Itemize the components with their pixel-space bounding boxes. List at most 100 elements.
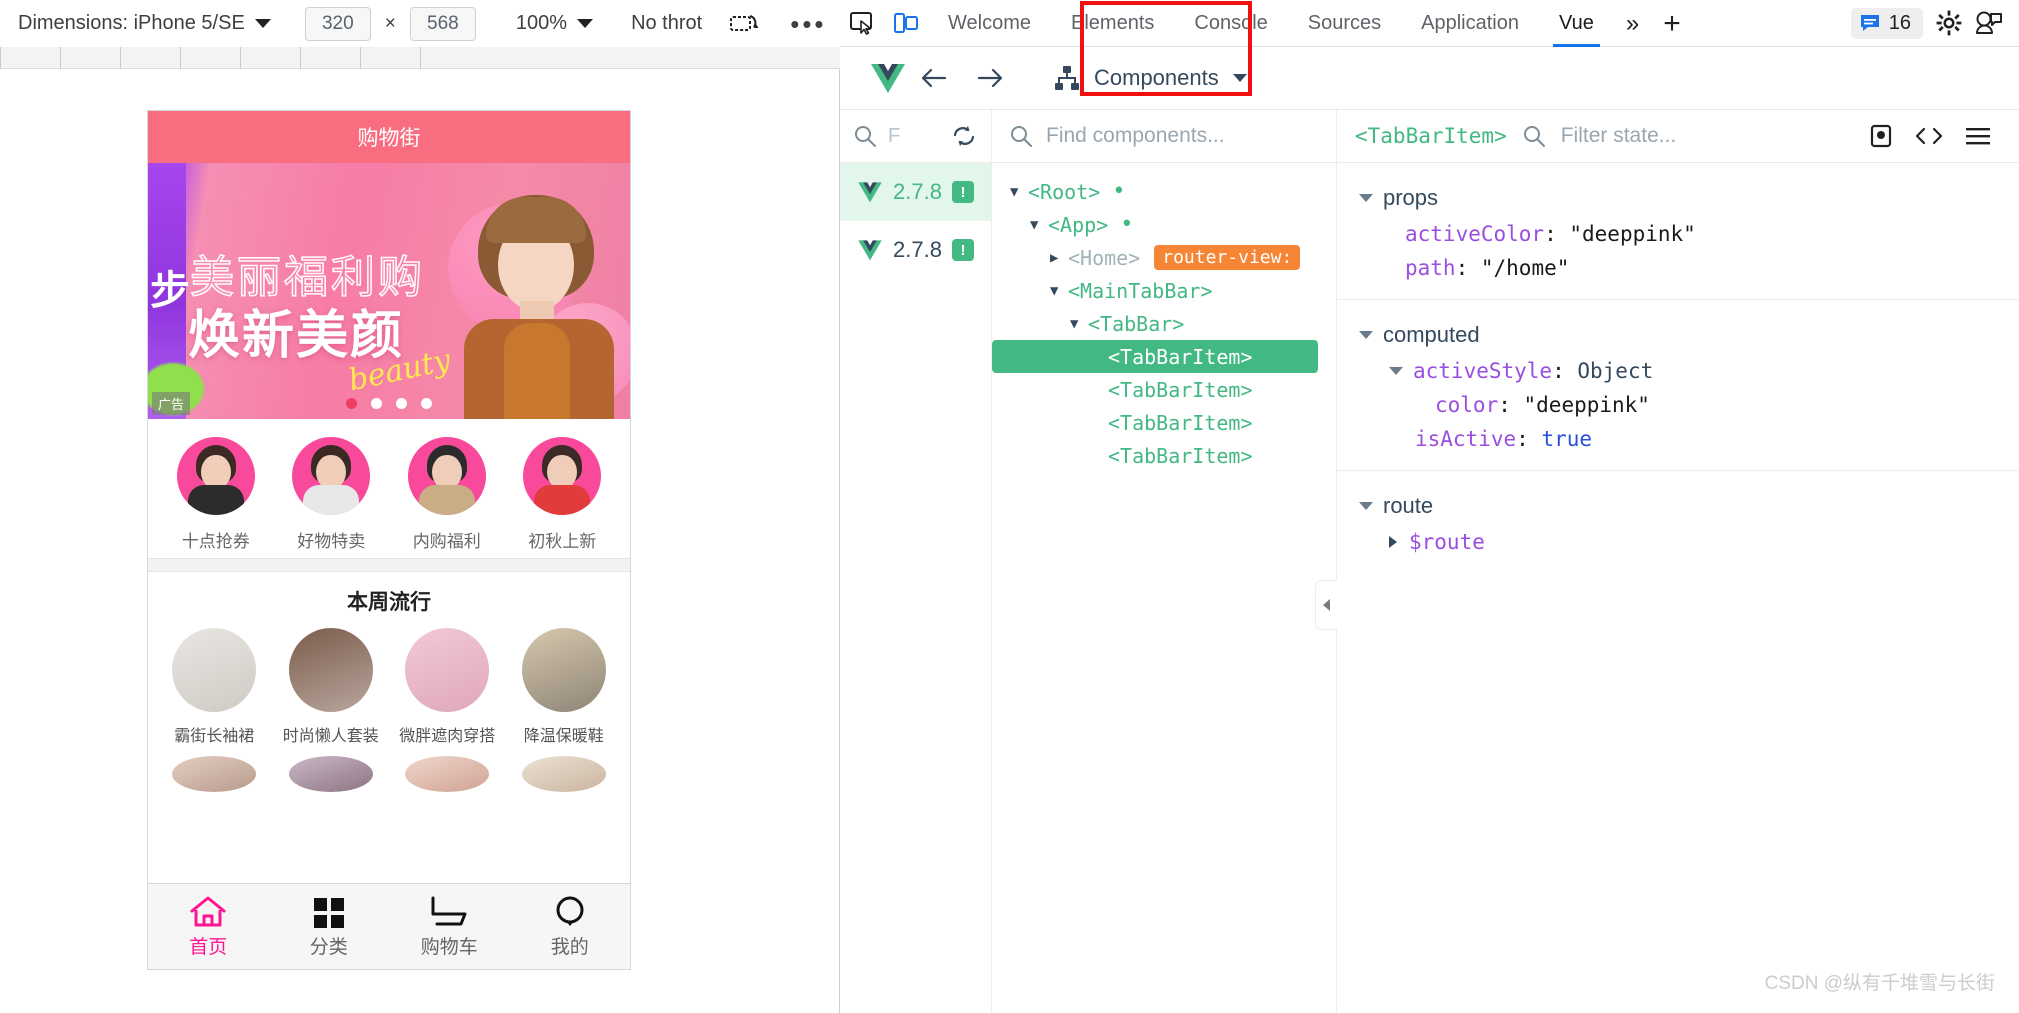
zoom-dropdown[interactable]: 100% [516, 12, 594, 35]
tab-console[interactable]: Console [1174, 0, 1287, 47]
throttling-dropdown[interactable]: No throt [631, 12, 702, 35]
group-header[interactable]: props [1359, 173, 2019, 217]
gear-icon[interactable] [1935, 9, 1963, 37]
chevron-down-icon[interactable]: ▼ [1050, 283, 1068, 299]
apps-search-input[interactable]: F [888, 125, 900, 148]
group-header[interactable]: computed [1359, 310, 2019, 354]
state-row[interactable]: $route [1359, 525, 2019, 559]
banner-dot[interactable] [396, 398, 407, 409]
tab-elements[interactable]: Elements [1051, 0, 1174, 47]
rotate-device-icon[interactable] [730, 11, 760, 37]
banner-dot[interactable] [421, 398, 432, 409]
popular-label: 时尚懒人套装 [282, 728, 379, 745]
feedback-icon[interactable] [1975, 10, 2003, 36]
popular-thumb [521, 756, 606, 792]
chevron-right-icon[interactable] [1389, 536, 1397, 548]
tab-profile[interactable]: 我的 [510, 894, 631, 959]
tab-sources[interactable]: Sources [1288, 0, 1401, 47]
inspect-element-icon[interactable] [840, 0, 884, 47]
vue-panel-selector[interactable]: Components [1054, 65, 1247, 91]
chevron-down-icon[interactable] [1389, 367, 1403, 375]
search-icon[interactable] [854, 125, 876, 147]
popular-item[interactable] [279, 756, 383, 792]
collapse-left-icon[interactable] [1315, 580, 1337, 630]
group-header[interactable]: route [1359, 481, 2019, 525]
state-group-props: props activeColor: "deeppink" path: "/ho… [1337, 163, 2019, 285]
more-options-icon[interactable]: ••• [790, 11, 826, 37]
tree-node-maintabbar[interactable]: ▼ <MainTabBar> [992, 274, 1336, 307]
tree-node-tabbaritem[interactable]: <TabBarItem> [992, 373, 1336, 406]
chevron-down-icon[interactable]: ▼ [1070, 316, 1088, 332]
category-item[interactable]: 初秋上新 [512, 437, 612, 552]
add-tab-icon[interactable]: + [1651, 0, 1693, 47]
tab-welcome[interactable]: Welcome [928, 0, 1051, 47]
popular-item[interactable] [512, 756, 616, 792]
popular-item[interactable]: 霸街长袖裙 [162, 628, 266, 746]
tab-application[interactable]: Application [1401, 0, 1539, 47]
popular-item[interactable]: 时尚懒人套装 [279, 628, 383, 746]
category-item[interactable]: 内购福利 [397, 437, 497, 552]
app-item[interactable]: 2.7.8 ! [840, 163, 991, 221]
category-avatar [176, 437, 255, 515]
popular-item[interactable]: 微胖遮肉穿搭 [395, 628, 499, 746]
chevron-down-icon[interactable]: ▼ [1010, 184, 1028, 200]
banner-dot[interactable] [371, 398, 382, 409]
tree-node-label: <TabBarItem> [1108, 443, 1253, 468]
device-toolbar-icon[interactable] [884, 0, 928, 47]
tab-cart[interactable]: 购物车 [389, 894, 510, 959]
chevron-down-icon [577, 19, 594, 28]
cart-icon [427, 894, 471, 928]
chevron-down-icon[interactable]: ▼ [1030, 217, 1048, 233]
popular-item[interactable]: 降温保暖鞋 [512, 628, 616, 746]
state-toolbar [1869, 124, 2001, 148]
popular-label: 微胖遮肉穿搭 [399, 728, 496, 745]
filter-state-input[interactable]: Filter state... [1561, 124, 1677, 148]
app-item[interactable]: 2.7.8 ! [840, 221, 991, 279]
banner-dot[interactable] [346, 398, 357, 409]
more-tabs-icon[interactable]: » [1614, 0, 1651, 47]
state-row[interactable]: activeStyle: Object [1359, 354, 2019, 388]
tree-node-root[interactable]: ▼ <Root> • [992, 175, 1336, 208]
state-row[interactable]: color: "deeppink" [1359, 388, 2019, 422]
dimensions-dropdown[interactable]: Dimensions: iPhone 5/SE [18, 12, 271, 35]
tree-node-home[interactable]: ▶ <Home> router-view: [992, 241, 1336, 274]
state-group-route: route $route [1337, 471, 2019, 559]
app-warning-badge[interactable]: ! [951, 239, 974, 261]
menu-icon[interactable] [1965, 126, 1991, 146]
height-input[interactable]: 568 [409, 6, 476, 41]
state-row[interactable]: path: "/home" [1359, 251, 2019, 285]
arrow-left-icon[interactable] [906, 66, 962, 90]
chevron-right-icon[interactable]: ▶ [1050, 250, 1068, 266]
state-row[interactable]: isActive: true [1359, 422, 2019, 456]
tab-home[interactable]: 首页 [148, 894, 269, 959]
banner-pagination[interactable] [148, 398, 630, 409]
popular-item[interactable] [395, 756, 499, 792]
viewport-ruler [0, 47, 840, 69]
device-emulation-pane: Dimensions: iPhone 5/SE 320 × 568 100% N… [0, 0, 840, 1013]
bottom-tabbar: 首页 分类 购物车 我的 [148, 883, 630, 969]
promo-banner[interactable]: 步 美丽福利购 焕新美颜 beauty 广告 [148, 163, 630, 419]
inspect-dom-icon[interactable] [1869, 124, 1893, 148]
width-input[interactable]: 320 [304, 6, 371, 41]
message-count-badge[interactable]: 16 [1850, 7, 1923, 39]
find-components-input[interactable]: Find components... [1046, 124, 1225, 148]
arrow-right-icon[interactable] [962, 66, 1018, 90]
tree-node-tabbaritem-selected[interactable]: <TabBarItem> [992, 340, 1318, 373]
popular-item[interactable] [162, 756, 266, 792]
state-row[interactable]: activeColor: "deeppink" [1359, 217, 2019, 251]
open-in-editor-icon[interactable] [1915, 125, 1943, 147]
tree-node-tabbaritem[interactable]: <TabBarItem> [992, 406, 1336, 439]
category-avatar [523, 437, 602, 515]
tab-category[interactable]: 分类 [269, 894, 390, 959]
tree-node-app[interactable]: ▼ <App> • [992, 208, 1336, 241]
vue-devtools-header: Components [840, 47, 2019, 110]
tab-vue[interactable]: Vue [1539, 0, 1614, 47]
phone-viewport[interactable]: 购物街 步 美丽福利购 焕新美颜 beauty 广告 十点抢券 好物特卖 内购福… [148, 111, 630, 969]
state-key: activeColor [1405, 222, 1545, 246]
category-item[interactable]: 十点抢券 [166, 437, 266, 552]
tree-node-tabbar[interactable]: ▼ <TabBar> [992, 307, 1336, 340]
app-warning-badge[interactable]: ! [951, 181, 974, 203]
category-item[interactable]: 好物特卖 [281, 437, 381, 552]
refresh-icon[interactable] [951, 124, 977, 148]
tree-node-tabbaritem[interactable]: <TabBarItem> [992, 439, 1336, 472]
